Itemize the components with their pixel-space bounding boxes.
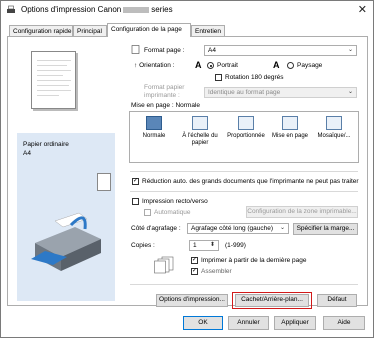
layout-fit-icon	[192, 116, 208, 130]
reverse-order-label: Imprimer à partir de la dernière page	[201, 257, 307, 264]
layout-page-layout-label: Mise en page	[271, 133, 309, 139]
copies-range: (1-999)	[225, 242, 246, 249]
paper-small-icon	[97, 173, 111, 191]
paper-size-text: A4	[23, 150, 31, 157]
close-icon[interactable]: ✕	[358, 3, 367, 16]
copies-input[interactable]: 1 ⬍	[189, 240, 219, 251]
tab-configuration-page[interactable]: Configuration de la page	[107, 23, 191, 37]
layout-fit-to-paper[interactable]: À l'échelle du papier	[178, 116, 222, 160]
layout-scaled-icon	[238, 116, 254, 130]
landscape-label: Paysage	[297, 62, 323, 69]
ok-button[interactable]: OK	[183, 316, 223, 330]
window-title: Options d'impression Canon series	[21, 5, 173, 14]
duplex-checkbox[interactable]	[132, 198, 139, 205]
layout-scaled[interactable]: Proportionnée	[224, 116, 268, 160]
landscape-icon: A	[273, 60, 280, 70]
layout-normal-icon	[146, 116, 162, 130]
paper-type-text: Papier ordinaire	[23, 141, 69, 148]
landscape-radio[interactable]	[287, 62, 294, 69]
printer-illustration-icon	[31, 212, 101, 271]
paper-info-panel: Papier ordinaire A4	[17, 133, 115, 301]
automatic-label: Automatique	[154, 209, 191, 216]
page-preview	[31, 51, 76, 109]
default-button[interactable]: Défaut	[317, 294, 357, 307]
separator	[130, 171, 358, 172]
cancel-button[interactable]: Annuler	[228, 316, 269, 330]
copies-label: Copies :	[131, 242, 155, 249]
printer-paper-label-1: Format papier	[144, 84, 185, 91]
printer-app-icon	[7, 5, 15, 13]
layout-fit-label: À l'échelle du papier	[182, 133, 218, 146]
layout-normal-label: Normale	[142, 133, 166, 139]
layout-page-layout-icon	[282, 116, 298, 130]
rotation-label: Rotation 180 degrés	[225, 74, 284, 81]
print-options-button[interactable]: Options d'impression...	[156, 294, 228, 307]
highlight-frame	[232, 292, 312, 309]
printer-paper-label-2: imprimante :	[144, 92, 180, 99]
separator	[130, 284, 358, 285]
apply-button[interactable]: Appliquer	[274, 316, 316, 330]
printer-paper-select[interactable]: Identique au format page ⌄	[204, 87, 357, 98]
layout-tiling[interactable]: Mosaïque/...	[312, 116, 356, 160]
title-bar: Options d'impression Canon series ✕	[1, 1, 373, 19]
orientation-label: ↑ Orientation :	[134, 62, 175, 69]
layout-page-layout[interactable]: Mise en page	[268, 116, 312, 160]
portrait-icon: A	[195, 60, 202, 70]
rotation-checkbox[interactable]	[215, 74, 222, 81]
layout-label: Mise en page : Normale	[131, 102, 201, 109]
layout-tiling-label: Mosaïque/...	[317, 133, 351, 139]
automatic-checkbox[interactable]	[144, 209, 151, 216]
specify-margin-button[interactable]: Spécifier la marge...	[293, 223, 358, 235]
duplex-label: Impression recto/verso	[142, 198, 208, 205]
reduce-checkbox[interactable]: ✓	[132, 178, 139, 185]
layout-normal[interactable]: Normale	[132, 116, 176, 160]
layout-selector: Normale À l'échelle du papier Proportion…	[129, 111, 359, 163]
separator	[130, 191, 358, 192]
format-page-label: Format page :	[144, 47, 185, 54]
collate-label: Assembler	[201, 268, 232, 275]
print-options-window: Options d'impression Canon series ✕ Confi…	[0, 0, 374, 338]
reduce-label: Réduction auto. des grands documents que…	[142, 178, 359, 185]
stapling-label: Côté d'agrafage :	[131, 225, 181, 232]
portrait-radio[interactable]	[207, 62, 214, 69]
layout-scaled-label: Proportionnée	[227, 133, 265, 139]
portrait-label: Portrait	[217, 62, 238, 69]
collate-checkbox[interactable]: ✓	[191, 268, 198, 275]
help-button[interactable]: Aide	[323, 316, 365, 330]
stapling-select[interactable]: Agrafage côté long (gauche) ⌄	[187, 223, 289, 234]
printable-area-button[interactable]: Configuration de la zone imprimable...	[246, 206, 358, 218]
page-format-icon	[131, 45, 140, 54]
reverse-order-checkbox[interactable]: ✓	[191, 257, 198, 264]
format-page-select[interactable]: A4 ⌄	[204, 45, 357, 56]
copies-stack-icon	[154, 256, 174, 274]
layout-tiling-icon	[326, 116, 342, 130]
